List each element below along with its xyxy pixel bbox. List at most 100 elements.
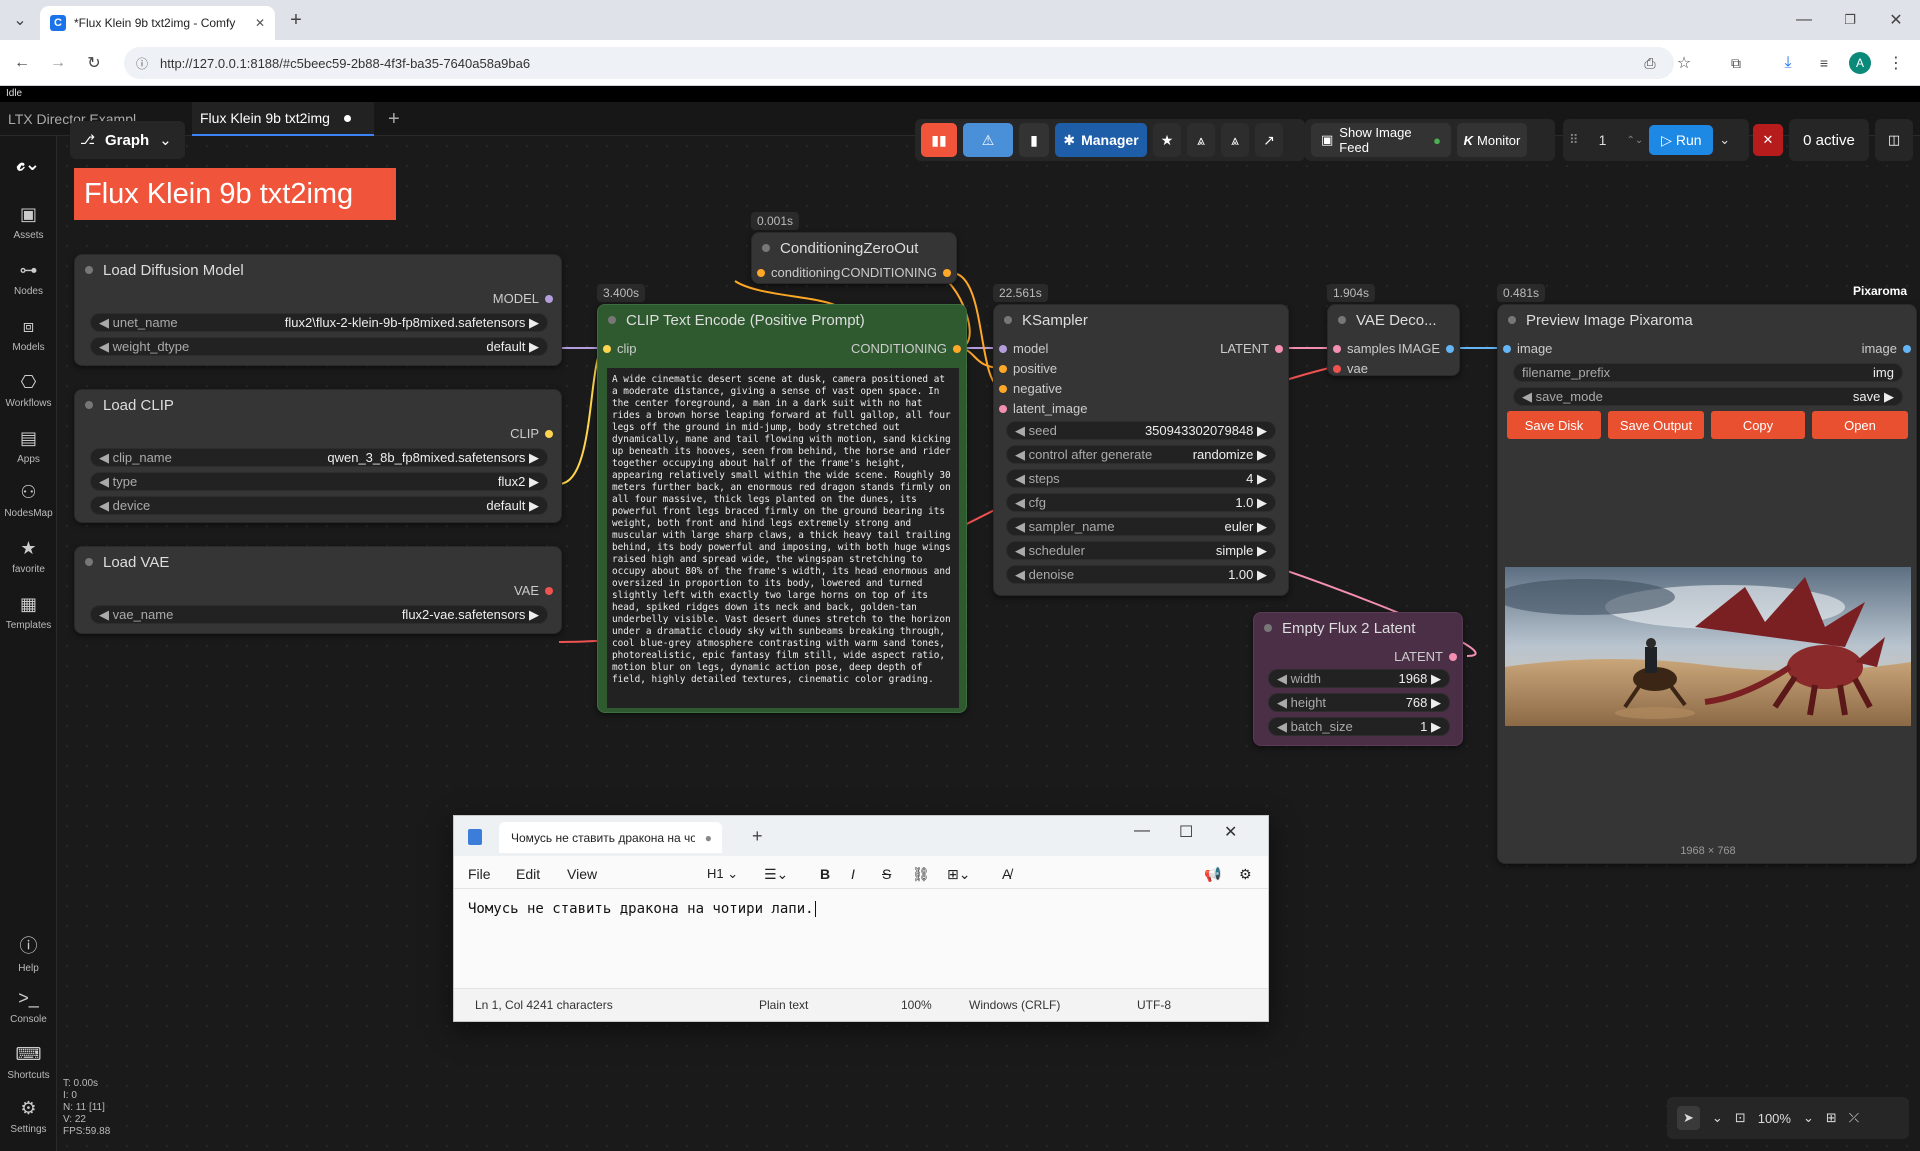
zoom-level[interactable]: 100% bbox=[1758, 1111, 1791, 1126]
node-ksampler[interactable]: KSampler model positive negative latent_… bbox=[993, 304, 1289, 596]
seed-widget[interactable]: ◀ seed 350943302079848 ▶ bbox=[1006, 421, 1276, 440]
output-image[interactable]: IMAGE bbox=[1398, 341, 1454, 356]
node-load-diffusion-model[interactable]: Load Diffusion Model MODEL ◀ unet_name fl… bbox=[74, 254, 562, 366]
minimize-icon[interactable]: — bbox=[1790, 6, 1818, 34]
output-latent[interactable]: LATENT bbox=[1394, 649, 1457, 664]
sidebar-item-favorite[interactable]: ★ favorite bbox=[0, 538, 57, 575]
link-visibility-icon[interactable]: ⤫ bbox=[1849, 1110, 1859, 1126]
node-vae-decode[interactable]: VAE Deco... samples vae IMAGE bbox=[1327, 304, 1460, 376]
unet-name-widget[interactable]: ◀ unet_name flux2\flux-2-klein-9b-fp8mixe… bbox=[90, 313, 548, 332]
close-window-icon[interactable]: ✕ bbox=[1882, 6, 1910, 34]
browser-menu-icon[interactable]: ⋮ bbox=[1882, 49, 1910, 77]
notepad-editor[interactable]: Чомусь не ставить дракона на чотири лапи… bbox=[468, 901, 1248, 917]
copilot-icon[interactable]: 📢 bbox=[1204, 866, 1221, 883]
sidebar-item-apps[interactable]: ▤ Apps bbox=[0, 428, 57, 465]
clip-type-widget[interactable]: ◀ type flux2 ▶ bbox=[90, 472, 548, 491]
input-conditioning[interactable]: conditioning bbox=[757, 265, 840, 280]
collapse-dot-icon[interactable] bbox=[1338, 316, 1346, 324]
denoise-widget[interactable]: ◀ denoise 1.00 ▶ bbox=[1006, 565, 1276, 584]
output-model[interactable]: MODEL bbox=[493, 291, 553, 306]
gear-icon[interactable]: ⚙ bbox=[1239, 866, 1252, 883]
address-bar[interactable]: ⓘ http://127.0.0.1:8188/#c5beec59-2b88-4… bbox=[124, 47, 1674, 79]
notepad-tab[interactable]: Чомусь не ставить дракона на чо ● bbox=[499, 822, 722, 853]
cancel-icon[interactable]: ✕ bbox=[1753, 124, 1783, 156]
batch-count-input[interactable]: 1 bbox=[1585, 132, 1621, 148]
unsaved-dot-icon[interactable]: ● bbox=[705, 831, 712, 845]
new-tab-icon[interactable]: + bbox=[752, 826, 763, 847]
table-dropdown-icon[interactable]: ⊞⌄ bbox=[947, 866, 970, 883]
sidebar-item-workflows[interactable]: ⎔ Workflows bbox=[0, 372, 57, 409]
chevron-down-icon[interactable]: ⌄ bbox=[1712, 1110, 1723, 1126]
comfy-logo[interactable]: 𝓬⌄ bbox=[0, 154, 57, 175]
show-image-feed-button[interactable]: ▣ Show Image Feed ● bbox=[1311, 123, 1451, 157]
close-icon[interactable]: ✕ bbox=[1224, 822, 1237, 842]
list-dropdown-icon[interactable]: ☰⌄ bbox=[764, 866, 788, 883]
install-app-icon[interactable]: ⎙ bbox=[1636, 49, 1664, 77]
status-encoding[interactable]: UTF-8 bbox=[1137, 998, 1171, 1012]
node-preview-image-pixaroma[interactable]: Preview Image Pixaroma image image filen… bbox=[1497, 304, 1917, 864]
sidebar-item-shortcuts[interactable]: ⌨ Shortcuts bbox=[0, 1044, 57, 1081]
group-title[interactable]: Flux Klein 9b txt2img bbox=[74, 168, 396, 220]
sidebar-item-nodesmap[interactable]: ⚇ NodesMap bbox=[0, 482, 57, 519]
sidebar-item-nodes[interactable]: ⊶ Nodes bbox=[0, 260, 57, 297]
arrow-left-icon[interactable]: ◀ unet_name bbox=[99, 315, 178, 331]
collapse-dot-icon[interactable] bbox=[85, 266, 93, 274]
collapse-dot-icon[interactable] bbox=[85, 401, 93, 409]
input-latent-image[interactable]: latent_image bbox=[999, 401, 1087, 416]
back-icon[interactable]: ← bbox=[8, 49, 36, 77]
prompt-textarea[interactable]: A wide cinematic desert scene at dusk, c… bbox=[607, 368, 959, 708]
bookmark-icon[interactable]: ▮ bbox=[1019, 123, 1049, 157]
media-icon[interactable]: ≡ bbox=[1810, 49, 1838, 77]
run-options-chevron-icon[interactable]: ⌄ bbox=[1719, 132, 1730, 148]
copy-button[interactable]: Copy bbox=[1711, 411, 1805, 439]
collapse-dot-icon[interactable] bbox=[1004, 316, 1012, 324]
input-vae[interactable]: vae bbox=[1333, 361, 1368, 376]
strikethrough-icon[interactable]: S bbox=[882, 866, 891, 882]
save-mode-widget[interactable]: ◀ save_mode save ▶ bbox=[1513, 387, 1903, 406]
reload-icon[interactable]: ↻ bbox=[80, 49, 108, 77]
weight-dtype-widget[interactable]: ◀ weight_dtype default ▶ bbox=[90, 337, 548, 356]
italic-icon[interactable]: I bbox=[851, 866, 855, 882]
sidebar-item-console[interactable]: >_ Console bbox=[0, 988, 57, 1025]
output-image[interactable]: image bbox=[1862, 341, 1911, 356]
open-button[interactable]: Open bbox=[1812, 411, 1908, 439]
chevron-down-icon[interactable]: ⌄ bbox=[1803, 1110, 1814, 1126]
tab-flux-klein[interactable]: Flux Klein 9b txt2img bbox=[192, 102, 374, 136]
collapse-dot-icon[interactable] bbox=[85, 558, 93, 566]
preview-image[interactable] bbox=[1505, 567, 1911, 726]
link-icon[interactable]: ⛓ bbox=[912, 866, 930, 883]
input-positive[interactable]: positive bbox=[999, 361, 1057, 376]
control-after-generate-widget[interactable]: ◀ control after generate randomize ▶ bbox=[1006, 445, 1276, 464]
save-output-button[interactable]: Save Output bbox=[1608, 411, 1704, 439]
extensions-icon[interactable]: ⧉ bbox=[1722, 49, 1750, 77]
minimize-icon[interactable]: — bbox=[1134, 822, 1150, 840]
input-negative[interactable]: negative bbox=[999, 381, 1062, 396]
menu-view[interactable]: View bbox=[567, 866, 597, 882]
menu-edit[interactable]: Edit bbox=[516, 866, 540, 882]
downloads-icon[interactable]: ⤓ bbox=[1774, 49, 1802, 77]
sidebar-item-settings[interactable]: ⚙ Settings bbox=[0, 1098, 57, 1135]
audio-icon[interactable]: ▮▮ bbox=[921, 123, 957, 157]
clear-format-icon[interactable]: A̸ bbox=[1002, 866, 1011, 882]
new-tab-icon[interactable]: + bbox=[282, 6, 310, 34]
profile-avatar[interactable]: A bbox=[1846, 49, 1874, 77]
status-format[interactable]: Plain text bbox=[759, 998, 808, 1012]
input-samples[interactable]: samples bbox=[1333, 341, 1395, 356]
graph-mode-button[interactable]: ⎇ Graph ⌄ bbox=[70, 121, 185, 159]
input-image[interactable]: image bbox=[1503, 341, 1552, 356]
node-load-vae[interactable]: Load VAE VAE ◀ vae_name flux2-vae.safeten… bbox=[74, 546, 562, 634]
model-icon[interactable]: ⩓ bbox=[1187, 123, 1215, 157]
queue-active-badge[interactable]: 0 active bbox=[1789, 119, 1869, 161]
status-line-ending[interactable]: Windows (CRLF) bbox=[969, 998, 1060, 1012]
filename-prefix-widget[interactable]: filename_prefix img bbox=[1513, 363, 1903, 382]
output-clip[interactable]: CLIP bbox=[510, 426, 553, 441]
heading-dropdown[interactable]: H1 ⌄ bbox=[707, 866, 738, 882]
stepper-icon[interactable]: ⌃⌄ bbox=[1627, 135, 1644, 146]
panel-toggle-icon[interactable]: ◫ bbox=[1875, 119, 1913, 161]
vae-name-widget[interactable]: ◀ vae_name flux2-vae.safetensors ▶ bbox=[90, 605, 548, 624]
sidebar-item-help[interactable]: ⓘ Help bbox=[0, 932, 57, 974]
height-widget[interactable]: ◀ height 768 ▶ bbox=[1268, 693, 1450, 712]
drag-handle-icon[interactable]: ⠿ bbox=[1569, 132, 1579, 148]
forward-icon[interactable]: → bbox=[44, 49, 72, 77]
sidebar-item-models[interactable]: ⧈ Models bbox=[0, 316, 57, 353]
